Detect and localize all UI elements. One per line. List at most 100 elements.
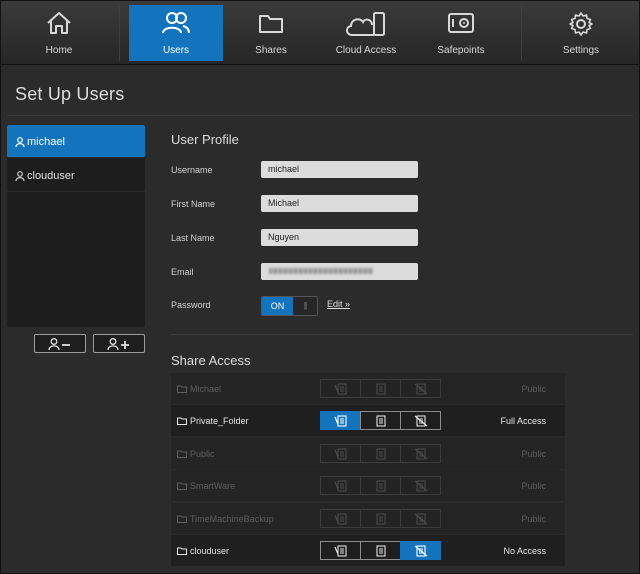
username-field[interactable]	[261, 161, 418, 178]
user-profile-heading: User Profile	[171, 132, 239, 147]
no-access-icon	[414, 545, 427, 557]
read-write-icon	[333, 513, 347, 525]
add-user-button[interactable]	[93, 334, 145, 353]
nav-cloud-access-label: Cloud Access	[335, 45, 397, 56]
divider	[7, 115, 633, 116]
read-only-icon	[375, 448, 386, 460]
remove-user-button[interactable]	[34, 334, 86, 353]
share-row: Public Public	[171, 438, 565, 469]
share-name: SmartWare	[177, 481, 235, 491]
full-access-button[interactable]	[320, 541, 361, 560]
share-name-label: Private_Folder	[190, 416, 249, 426]
read-only-button	[360, 509, 401, 528]
read-only-button[interactable]	[360, 541, 401, 560]
user-list-item-clouduser[interactable]: clouduser	[7, 159, 145, 192]
access-status: Public	[521, 514, 546, 524]
access-level-selector	[320, 444, 442, 463]
last-name-label: Last Name	[171, 233, 215, 243]
full-access-button	[320, 379, 361, 398]
share-name-label: Public	[190, 449, 215, 459]
read-only-icon	[375, 545, 386, 557]
read-only-button	[360, 379, 401, 398]
no-access-icon	[414, 513, 427, 525]
no-access-button[interactable]	[400, 541, 441, 560]
nav-safepoints[interactable]: Safepoints	[413, 5, 509, 61]
last-name-field[interactable]	[261, 229, 418, 246]
share-row: Michael Public	[171, 373, 565, 404]
full-access-button	[320, 476, 361, 495]
access-status: Public	[521, 449, 546, 459]
nav-safepoints-label: Safepoints	[437, 45, 485, 56]
read-write-icon	[333, 415, 347, 427]
nav-home[interactable]: Home	[7, 5, 111, 61]
nav-users-label: Users	[162, 45, 190, 56]
nav-users[interactable]: Users	[129, 5, 223, 61]
share-row: Private_Folder Full Access	[171, 405, 565, 436]
access-level-selector	[320, 411, 442, 430]
remove-user-icon	[48, 338, 70, 351]
access-status: No Access	[503, 546, 546, 556]
edit-password-link[interactable]: Edit »	[327, 299, 350, 309]
user-name: michael	[27, 136, 65, 148]
folder-icon	[177, 547, 187, 555]
divider	[171, 334, 633, 335]
share-name: Private_Folder	[177, 416, 249, 426]
share-access-heading: Share Access	[171, 353, 251, 368]
email-label: Email	[171, 267, 194, 277]
nav-divider	[521, 5, 522, 61]
email-value-redacted	[269, 268, 373, 274]
page-title: Set Up Users	[15, 84, 125, 104]
full-access-button[interactable]	[320, 411, 361, 430]
share-row: TimeMachineBackup Public	[171, 503, 565, 534]
nav-shares-label: Shares	[255, 45, 287, 56]
access-status: Full Access	[500, 416, 546, 426]
folder-icon	[177, 450, 187, 458]
no-access-button	[400, 476, 441, 495]
cloud-device-icon	[319, 11, 413, 36]
no-access-button	[400, 444, 441, 463]
share-row: clouduser No Access	[171, 535, 565, 566]
read-only-button	[360, 444, 401, 463]
password-label: Password	[171, 300, 211, 310]
read-write-icon	[333, 545, 347, 557]
share-name-label: TimeMachineBackup	[190, 514, 274, 524]
user-name: clouduser	[27, 170, 75, 182]
add-user-icon	[107, 338, 129, 351]
password-toggle[interactable]: ON |||	[261, 296, 318, 316]
share-name-label: Michael	[190, 384, 222, 394]
no-access-button[interactable]	[400, 411, 441, 430]
no-access-button	[400, 379, 441, 398]
folder-icon	[223, 11, 319, 35]
user-list-item-michael[interactable]: michael	[7, 125, 145, 158]
toggle-grip: |||	[293, 297, 317, 315]
read-only-icon	[375, 415, 386, 427]
home-icon	[7, 11, 111, 35]
no-access-icon	[414, 383, 427, 395]
share-row: SmartWare Public	[171, 470, 565, 501]
gear-icon	[523, 11, 639, 36]
read-only-icon	[375, 513, 386, 525]
nav-divider	[119, 5, 120, 61]
read-write-icon	[333, 383, 347, 395]
top-nav-bar: Home Users Shares Cloud Access Safepoint…	[1, 1, 639, 65]
nav-cloud-access[interactable]: Cloud Access	[319, 5, 413, 61]
nav-shares[interactable]: Shares	[223, 5, 319, 61]
read-only-icon	[375, 480, 386, 492]
share-name: clouduser	[177, 546, 229, 556]
read-write-icon	[333, 448, 347, 460]
folder-icon	[177, 385, 187, 393]
no-access-icon	[414, 448, 427, 460]
folder-icon	[177, 417, 187, 425]
user-list: michael clouduser	[7, 125, 145, 327]
toggle-on-label: ON	[262, 297, 293, 315]
nav-settings[interactable]: Settings	[523, 5, 639, 61]
read-only-button[interactable]	[360, 411, 401, 430]
access-level-selector	[320, 509, 442, 528]
nav-home-label: Home	[45, 45, 73, 56]
safe-icon	[413, 11, 509, 35]
share-name: TimeMachineBackup	[177, 514, 274, 524]
share-name-label: clouduser	[190, 546, 230, 556]
first-name-field[interactable]	[261, 195, 418, 212]
users-icon	[129, 11, 223, 35]
full-access-button	[320, 444, 361, 463]
